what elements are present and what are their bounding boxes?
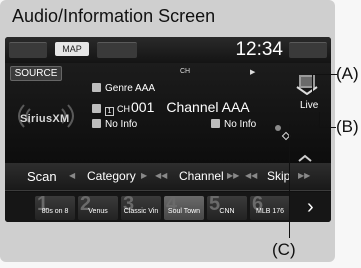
preset-2[interactable]: 2 Venus xyxy=(78,196,118,220)
genre-text: Genre AAA xyxy=(105,83,156,94)
category-next-icon[interactable]: ▶ xyxy=(141,171,147,180)
skip-forward-icon[interactable]: ▶▶ xyxy=(298,171,310,180)
channel-number: 001 xyxy=(131,99,155,115)
genre-row: Genre AAA xyxy=(92,83,155,94)
preset-6[interactable]: 6 MLB 176 xyxy=(250,196,290,220)
ch-prefix: CH xyxy=(117,104,130,114)
channel-next-icon[interactable]: ▶▶ xyxy=(227,171,239,180)
live-label: Live xyxy=(300,100,319,111)
play-icon: ▶ xyxy=(250,69,256,76)
category-button[interactable]: Category xyxy=(87,169,136,183)
artist-row: No Info xyxy=(92,119,137,130)
preset-label: Classic Vin xyxy=(123,208,159,215)
preset-number-box: 1 xyxy=(105,107,114,116)
title-icon xyxy=(211,119,220,128)
skip-back-icon[interactable]: ◀◀ xyxy=(245,171,257,180)
signal-dot xyxy=(275,125,281,131)
live-tuning-icon xyxy=(296,75,318,95)
callout-c: (C) xyxy=(272,240,296,259)
artist-icon xyxy=(92,119,101,128)
preset-label: CNN xyxy=(219,208,235,215)
callout-b-leader-vertical xyxy=(319,112,320,128)
callout-b: (B) xyxy=(336,117,359,136)
channel-row: 1 CH001 Channel AAA xyxy=(92,99,250,117)
channel-icon xyxy=(92,104,101,113)
callout-a-leader-vertical xyxy=(312,74,313,94)
preset-3[interactable]: 3 Classic Vin xyxy=(121,196,161,220)
brand-name: SiriusXM xyxy=(20,113,70,125)
control-bar: MAP 12:34 xyxy=(5,37,331,63)
siriusxm-logo: SiriusXM xyxy=(10,99,82,133)
callout-c-leader xyxy=(289,124,290,238)
source-button[interactable]: SOURCE xyxy=(10,66,62,81)
callout-b-leader xyxy=(320,127,336,128)
genre-icon xyxy=(92,83,101,92)
back-button[interactable] xyxy=(9,42,47,58)
artist-info: No Info xyxy=(105,119,138,130)
preset-bar: 1 80s on 8 2 Venus 3 Classic Vin 4 Soul … xyxy=(5,192,331,222)
channel-name: Channel AAA xyxy=(166,99,250,115)
channel-button[interactable]: Channel xyxy=(179,169,224,183)
preset-label: Soul Town xyxy=(167,208,201,215)
scan-button[interactable]: Scan xyxy=(27,169,57,184)
title-row: No Info xyxy=(211,119,256,130)
category-prev-icon[interactable]: ◀ xyxy=(69,171,75,180)
title-info: No Info xyxy=(224,119,257,130)
ch-indicator: CH xyxy=(180,68,191,75)
skip-button[interactable]: Skip xyxy=(267,169,290,183)
frame-title: Audio/Information Screen xyxy=(12,6,216,26)
tuning-bar: Scan ◀ Category ▶ ◀◀ Channel ▶▶ ◀◀ Skip … xyxy=(5,163,331,190)
audio-screen: MAP 12:34 SOURCE SiriusXM CH ▶ Genre AAA… xyxy=(5,37,331,222)
info-panel: SOURCE SiriusXM CH ▶ Genre AAA 1CH001 Ch… xyxy=(5,63,331,163)
illustration-frame: Audio/Information Screen MAP 12:34 SOURC… xyxy=(0,0,335,262)
preset-5[interactable]: 5 CNN xyxy=(207,196,247,220)
preset-label: 80s on 8 xyxy=(41,208,69,215)
channel-prev-icon[interactable]: ◀◀ xyxy=(155,171,167,180)
preset-label: Venus xyxy=(88,208,108,215)
collapse-icon xyxy=(298,154,312,162)
callout-a-leader xyxy=(313,74,337,75)
preset-label: MLB 176 xyxy=(255,208,285,215)
callout-a: (A) xyxy=(336,64,359,83)
preset-4[interactable]: 4 Soul Town xyxy=(164,196,204,220)
preset-next-icon[interactable]: › xyxy=(307,197,314,217)
control-bar-button[interactable] xyxy=(97,42,137,58)
preset-1[interactable]: 1 80s on 8 xyxy=(35,196,75,220)
clock: 12:34 xyxy=(235,39,283,60)
control-bar-button-right[interactable] xyxy=(289,42,327,58)
map-button[interactable]: MAP xyxy=(55,42,89,56)
divider xyxy=(5,190,331,191)
